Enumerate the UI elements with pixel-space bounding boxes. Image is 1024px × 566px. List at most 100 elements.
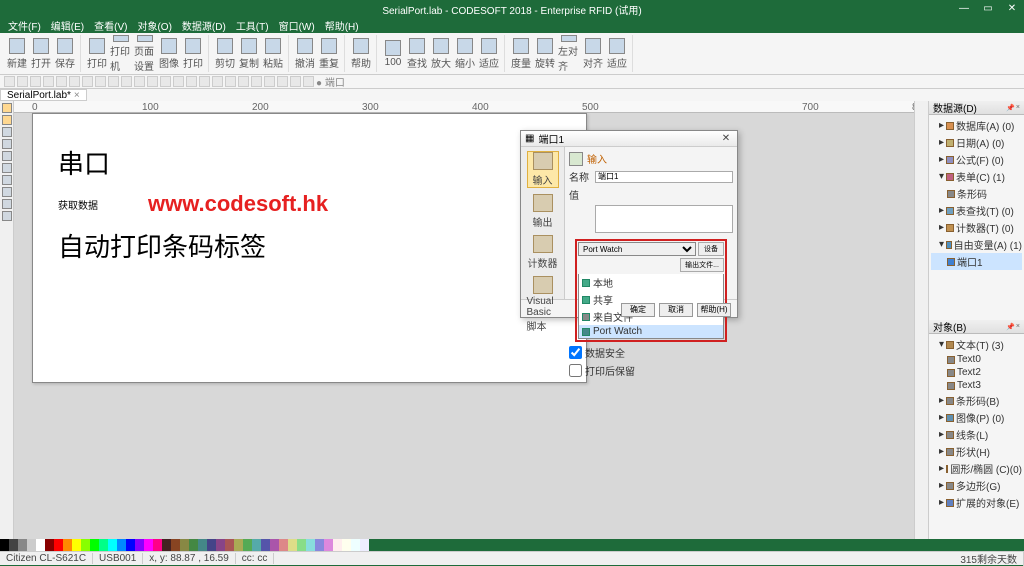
- menu-item[interactable]: 编辑(E): [47, 18, 88, 33]
- ribbon-button[interactable]: 对齐: [582, 35, 604, 73]
- color-swatch[interactable]: [72, 539, 81, 551]
- color-swatch[interactable]: [63, 539, 72, 551]
- format-button[interactable]: [30, 76, 41, 87]
- color-swatch[interactable]: [342, 539, 351, 551]
- datasecurity-checkbox[interactable]: [569, 346, 582, 359]
- color-swatch[interactable]: [270, 539, 279, 551]
- ribbon-button[interactable]: 适应: [478, 35, 500, 73]
- tree-node[interactable]: ▾ 表单(C) (1): [931, 168, 1022, 185]
- poly-tool[interactable]: [2, 199, 12, 209]
- format-button[interactable]: [186, 76, 197, 87]
- tree-node[interactable]: ▸ 数据库(A) (0): [931, 117, 1022, 134]
- color-swatch[interactable]: [9, 539, 18, 551]
- format-button[interactable]: [134, 76, 145, 87]
- color-swatch[interactable]: [225, 539, 234, 551]
- color-swatch[interactable]: [252, 539, 261, 551]
- ribbon-button[interactable]: 保存: [54, 35, 76, 73]
- format-button[interactable]: [69, 76, 80, 87]
- tree-node[interactable]: ▸ 计数器(T) (0): [931, 219, 1022, 236]
- panel-close-icon[interactable]: ×: [1016, 104, 1020, 112]
- datasource-panel-header[interactable]: 数据源(D) 📌×: [929, 101, 1024, 115]
- color-swatch[interactable]: [81, 539, 90, 551]
- help-button[interactable]: 帮助(H): [697, 303, 731, 317]
- color-swatch[interactable]: [360, 539, 369, 551]
- color-swatch[interactable]: [135, 539, 144, 551]
- device-button[interactable]: 设备: [698, 242, 724, 256]
- tree-node[interactable]: ▸ 图像(P) (0): [931, 409, 1022, 426]
- ribbon-button[interactable]: 剪切: [214, 35, 236, 73]
- ribbon-button[interactable]: 图像: [158, 35, 180, 73]
- format-button[interactable]: [290, 76, 301, 87]
- dialog-close-icon[interactable]: ✕: [719, 133, 733, 144]
- rect-tool[interactable]: [2, 163, 12, 173]
- tree-node[interactable]: ▸ 公式(F) (0): [931, 151, 1022, 168]
- tree-node[interactable]: ▸ 表查找(T) (0): [931, 202, 1022, 219]
- ribbon-button[interactable]: 打开: [30, 35, 52, 73]
- color-swatch[interactable]: [198, 539, 207, 551]
- value-textarea[interactable]: [595, 205, 733, 233]
- ribbon-button[interactable]: 新建: [6, 35, 28, 73]
- color-swatch[interactable]: [279, 539, 288, 551]
- color-swatch[interactable]: [234, 539, 243, 551]
- format-button[interactable]: [121, 76, 132, 87]
- tree-node[interactable]: ▸ 日期(A) (0): [931, 134, 1022, 151]
- select-tool[interactable]: [2, 103, 12, 113]
- format-button[interactable]: [199, 76, 210, 87]
- minimize-button[interactable]: —: [952, 0, 976, 18]
- dialog-tab[interactable]: Visual Basic 脚本: [527, 276, 559, 333]
- format-button[interactable]: [4, 76, 15, 87]
- format-button[interactable]: [108, 76, 119, 87]
- format-button[interactable]: [212, 76, 223, 87]
- format-button[interactable]: [43, 76, 54, 87]
- source-option[interactable]: Port Watch: [579, 325, 723, 338]
- ribbon-button[interactable]: 粘贴: [262, 35, 284, 73]
- color-swatch[interactable]: [0, 539, 9, 551]
- tree-node[interactable]: ▸ 圆形/椭圆 (C)(0): [931, 460, 1022, 477]
- menu-item[interactable]: 帮助(H): [321, 18, 363, 33]
- tree-node[interactable]: Text2: [931, 366, 1022, 379]
- ribbon-button[interactable]: 复制: [238, 35, 260, 73]
- dialog-tab[interactable]: 计数器: [527, 235, 559, 270]
- color-swatch[interactable]: [126, 539, 135, 551]
- ribbon-button[interactable]: 页面设置: [134, 35, 156, 73]
- menu-item[interactable]: 对象(O): [133, 18, 175, 33]
- color-swatch[interactable]: [117, 539, 126, 551]
- output-file-button[interactable]: 输出文件...: [680, 258, 724, 272]
- ribbon-button[interactable]: 打印机: [110, 35, 132, 73]
- panel-close-icon[interactable]: ×: [1016, 323, 1020, 331]
- color-swatch[interactable]: [324, 539, 333, 551]
- format-button[interactable]: [82, 76, 93, 87]
- maximize-button[interactable]: ▭: [976, 0, 1000, 18]
- color-swatch[interactable]: [90, 539, 99, 551]
- color-swatch[interactable]: [180, 539, 189, 551]
- format-button[interactable]: [173, 76, 184, 87]
- doc-text-2[interactable]: 获取数据 www.codesoft.hk: [58, 191, 561, 217]
- ribbon-button[interactable]: 撤消: [294, 35, 316, 73]
- barcode-tool[interactable]: [2, 127, 12, 137]
- format-button[interactable]: [147, 76, 158, 87]
- rrect-tool[interactable]: [2, 187, 12, 197]
- color-swatch[interactable]: [162, 539, 171, 551]
- ribbon-button[interactable]: 打印: [182, 35, 204, 73]
- plugin-tool[interactable]: [2, 211, 12, 221]
- objects-panel-header[interactable]: 对象(B) 📌×: [929, 320, 1024, 334]
- color-swatch[interactable]: [99, 539, 108, 551]
- tab-close-icon[interactable]: ×: [74, 90, 80, 101]
- oval-tool[interactable]: [2, 175, 12, 185]
- dialog-tab[interactable]: 输出: [527, 194, 559, 229]
- tree-node[interactable]: 条形码: [931, 185, 1022, 202]
- color-swatch[interactable]: [315, 539, 324, 551]
- cancel-button[interactable]: 取消: [659, 303, 693, 317]
- color-swatch[interactable]: [216, 539, 225, 551]
- tree-node[interactable]: ▾ 自由变量(A) (1): [931, 236, 1022, 253]
- color-swatch[interactable]: [144, 539, 153, 551]
- ribbon-button[interactable]: 查找: [406, 35, 428, 73]
- doc-text-1[interactable]: 串口: [58, 144, 561, 181]
- tree-node[interactable]: ▸ 条形码(B): [931, 392, 1022, 409]
- ribbon-button[interactable]: 适应: [606, 35, 628, 73]
- ok-button[interactable]: 确定: [621, 303, 655, 317]
- tree-node[interactable]: ▸ 多边形(G): [931, 477, 1022, 494]
- color-swatch[interactable]: [306, 539, 315, 551]
- color-swatch[interactable]: [207, 539, 216, 551]
- ribbon-button[interactable]: 重复: [318, 35, 340, 73]
